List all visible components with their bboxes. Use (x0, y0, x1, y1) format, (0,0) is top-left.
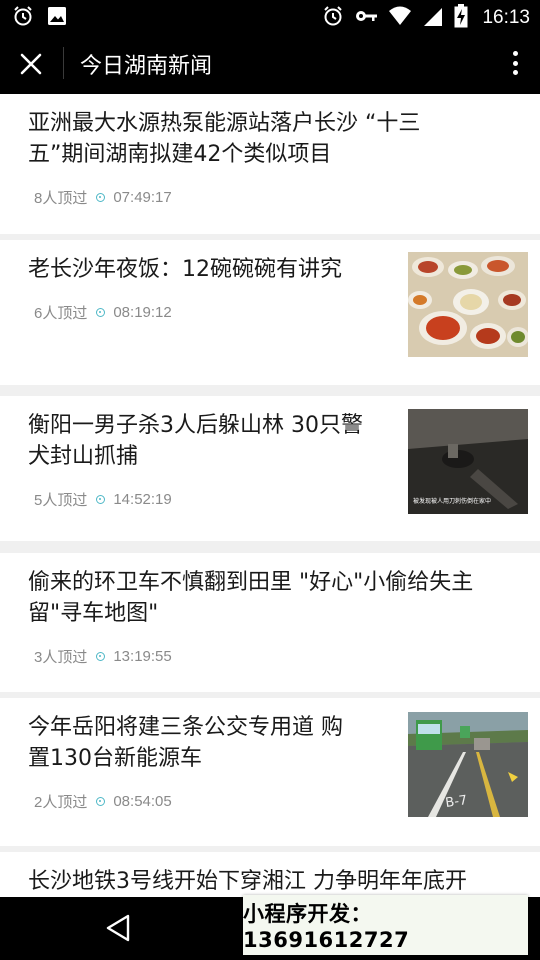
back-button[interactable] (104, 913, 132, 947)
news-item[interactable]: 亚洲最大水源热泵能源站落户长沙 “十三 五”期间湖南拟建42个类似项目 8人顶过… (0, 94, 540, 234)
reader-count: 6人顶过 (34, 305, 88, 322)
promo-banner[interactable]: 小程序开发：13691612727 (243, 895, 528, 955)
alarm-icon (322, 5, 344, 31)
news-meta: 6人顶过 08:19:12 (34, 302, 172, 323)
news-title: 衡阳一男子杀3人后躲山林 30只警 犬封山抓捕 (28, 413, 363, 469)
clock-icon (96, 797, 106, 806)
back-triangle-icon (106, 914, 130, 942)
publish-time: 14:52:19 (113, 491, 172, 508)
svg-text:B-7: B-7 (444, 793, 468, 811)
status-bar: 16:13 (0, 0, 540, 33)
news-item[interactable]: 老长沙年夜饭：12碗碗碗有讲究 6人顶过 08:19:12 (0, 240, 540, 385)
thumbnail-caption: 被发现被人用刀刺伤倒在家中 (413, 498, 492, 505)
news-thumbnail[interactable]: B-7 (408, 712, 528, 817)
news-thumbnail[interactable] (408, 252, 528, 357)
key-icon (354, 5, 378, 31)
battery-charging-icon (454, 4, 468, 32)
promo-text: 小程序开发：13691612727 (243, 902, 410, 952)
news-meta: 8人顶过 07:49:17 (34, 187, 172, 208)
news-title: 偷来的环卫车不慎翻到田里 "好心"小偷给失主 留"寻车地图" (28, 570, 474, 626)
publish-time: 08:19:12 (113, 304, 172, 321)
clock-icon (96, 308, 106, 317)
alarm-icon (12, 5, 34, 31)
close-icon (20, 53, 42, 75)
news-title: 今年岳阳将建三条公交专用道 购 置130台新能源车 (28, 715, 343, 771)
news-item[interactable]: 衡阳一男子杀3人后躲山林 30只警 犬封山抓捕 5人顶过 14:52:19 被发… (0, 396, 540, 541)
news-item[interactable]: 偷来的环卫车不慎翻到田里 "好心"小偷给失主 留"寻车地图" 3人顶过 13:1… (0, 553, 540, 692)
news-meta: 2人顶过 08:54:05 (34, 791, 172, 812)
wifi-icon (388, 5, 412, 31)
reader-count: 2人顶过 (34, 794, 88, 811)
news-meta: 5人顶过 14:52:19 (34, 489, 172, 510)
news-title: 亚洲最大水源热泵能源站落户长沙 “十三 五”期间湖南拟建42个类似项目 (28, 111, 421, 167)
news-feed[interactable]: 亚洲最大水源热泵能源站落户长沙 “十三 五”期间湖南拟建42个类似项目 8人顶过… (0, 94, 540, 897)
signal-icon (422, 5, 444, 31)
more-vertical-icon (512, 51, 518, 56)
close-button[interactable] (14, 47, 48, 81)
clock-time: 16:13 (482, 7, 530, 28)
news-thumbnail[interactable]: 被发现被人用刀刺伤倒在家中 (408, 409, 528, 514)
more-menu-button[interactable] (504, 45, 526, 81)
publish-time: 07:49:17 (113, 189, 172, 206)
title-bar: 今日湖南新闻 (0, 33, 540, 94)
news-meta: 3人顶过 13:19:55 (34, 646, 172, 667)
reader-count: 3人顶过 (34, 649, 88, 666)
news-title: 老长沙年夜饭：12碗碗碗有讲究 (28, 257, 342, 282)
clock-icon (96, 652, 106, 661)
news-item[interactable]: 长沙地铁3号线开始下穿湘江 力争明年年底开 (0, 852, 540, 897)
reader-count: 8人顶过 (34, 190, 88, 207)
news-title: 长沙地铁3号线开始下穿湘江 力争明年年底开 (28, 869, 467, 894)
image-icon (46, 5, 68, 31)
reader-count: 5人顶过 (34, 492, 88, 509)
title-divider (63, 47, 64, 79)
clock-icon (96, 193, 106, 202)
clock-icon (96, 495, 106, 504)
publish-time: 13:19:55 (113, 648, 172, 665)
news-item[interactable]: 今年岳阳将建三条公交专用道 购 置130台新能源车 2人顶过 08:54:05 … (0, 698, 540, 846)
page-title: 今日湖南新闻 (80, 54, 213, 79)
publish-time: 08:54:05 (113, 793, 172, 810)
